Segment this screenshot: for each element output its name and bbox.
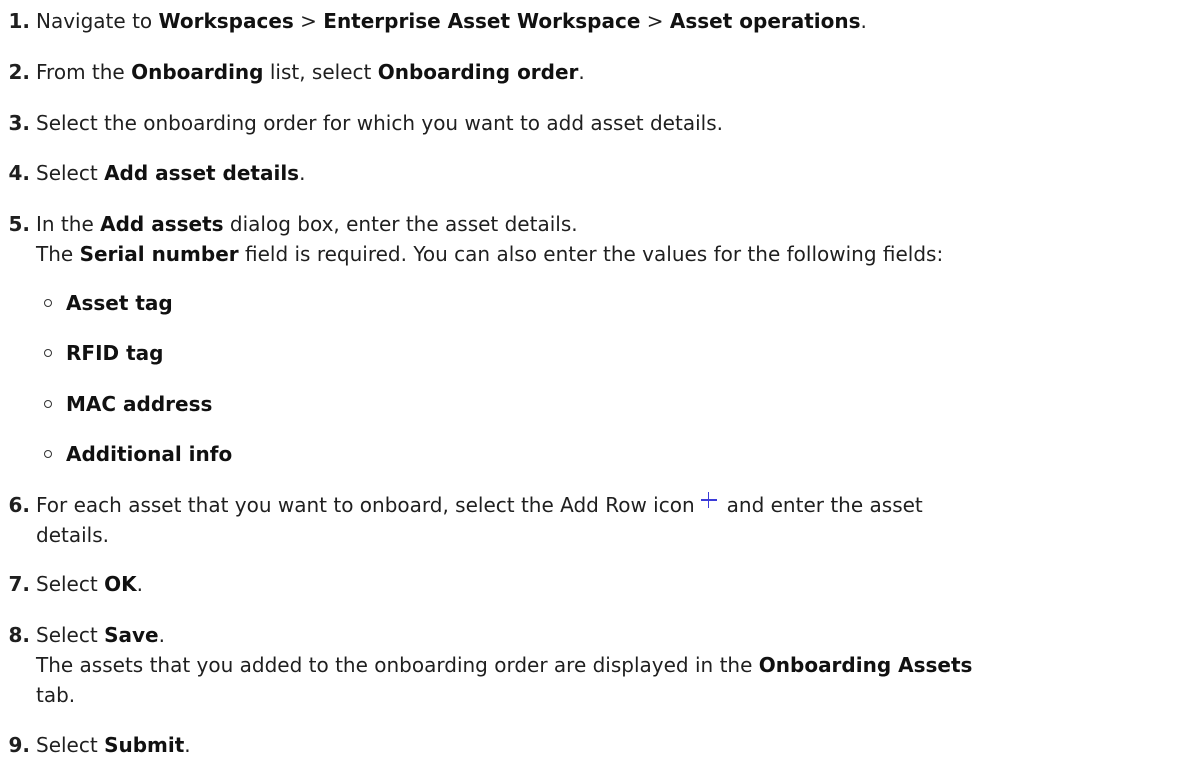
separator: > [640,9,670,33]
field-asset-tag: Asset tag [66,291,173,315]
punctuation: . [860,9,867,33]
step-text: tab. [36,683,76,707]
menu-workspaces: Workspaces [158,9,294,33]
step-5-continuation: The Serial number field is required. You… [36,241,943,267]
step-number: 7. [8,572,30,596]
list-onboarding: Onboarding [131,60,264,84]
punctuation: . [299,161,306,185]
circle-bullet-icon [44,449,52,458]
field-list-item: RFID tag [44,340,163,366]
tab-onboarding-assets: Onboarding Assets [758,653,973,677]
step-8: 8. Select Save. [0,622,165,648]
dialog-add-assets: Add assets [100,212,224,236]
step-4: 4. Select Add asset details. [0,160,305,186]
circle-bullet-icon [44,399,52,408]
field-mac-address: MAC address [66,392,213,416]
procedure-steps: 1. Navigate to Workspaces > Enterprise As… [0,0,1188,764]
step-text: Select the onboarding order for which yo… [36,111,723,135]
field-list-item: Additional info [44,441,232,467]
action-add-asset-details: Add asset details [104,161,300,185]
circle-bullet-icon [44,298,52,307]
step-text: details. [36,523,109,547]
add-row-plus-icon [700,492,717,508]
step-6-continuation: details. [36,522,109,548]
item-onboarding-order: Onboarding order [377,60,579,84]
field-serial-number: Serial number [79,242,239,266]
punctuation: . [184,733,191,757]
punctuation: . [578,60,585,84]
step-5: 5. In the Add assets dialog box, enter th… [0,211,578,237]
action-submit: Submit [104,733,185,757]
step-number: 6. [8,493,30,517]
step-8-continuation-2: tab. [36,682,75,708]
step-text: Navigate to [36,9,159,33]
step-text: list, select [263,60,378,84]
step-text: field is required. You can also enter th… [238,242,944,266]
step-text: Select [36,572,105,596]
step-8-continuation: The assets that you added to the onboard… [36,652,972,678]
step-text: From the [36,60,132,84]
field-rfid-tag: RFID tag [66,341,164,365]
menu-enterprise-asset-workspace: Enterprise Asset Workspace [323,9,641,33]
step-text: The assets that you added to the onboard… [36,653,759,677]
punctuation: . [136,572,143,596]
separator: > [293,9,324,33]
action-save: Save [104,623,159,647]
step-text: In the [36,212,101,236]
menu-asset-operations: Asset operations [669,9,861,33]
step-number: 2. [8,60,30,84]
step-text: Select [36,733,105,757]
step-number: 4. [8,161,30,185]
punctuation: . [158,623,165,647]
step-text: The [36,242,80,266]
step-6: 6. For each asset that you want to onboar… [0,492,923,518]
step-number: 1. [8,9,30,33]
step-number: 9. [8,733,30,757]
step-text: dialog box, enter the asset details. [223,212,578,236]
step-number: 3. [8,111,30,135]
step-3: 3. Select the onboarding order for which … [0,110,723,136]
step-number: 5. [8,212,30,236]
step-9: 9. Select Submit. [0,732,191,758]
step-text: Select [36,161,105,185]
step-text: For each asset that you want to onboard,… [36,493,695,517]
field-additional-info: Additional info [66,442,233,466]
step-1: 1. Navigate to Workspaces > Enterprise As… [0,8,867,34]
step-number: 8. [8,623,30,647]
field-list-item: Asset tag [44,290,173,316]
action-ok: OK [104,572,137,596]
step-7: 7. Select OK. [0,571,143,597]
circle-bullet-icon [44,348,52,357]
field-list-item: MAC address [44,391,212,417]
step-text: and enter the asset [726,493,923,517]
step-text: Select [36,623,105,647]
step-2: 2. From the Onboarding list, select Onboa… [0,59,585,85]
